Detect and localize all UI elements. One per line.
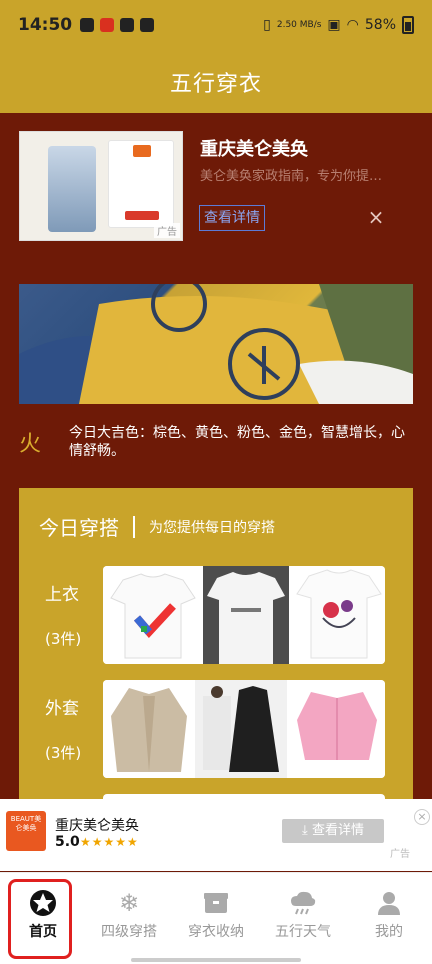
battery-icon xyxy=(402,16,414,34)
status-bar: 14:50 ▯ 2.50 MB/s ▣ ◠ 58% xyxy=(0,0,432,50)
star-badge-icon xyxy=(29,889,57,917)
hero-banner-image xyxy=(19,284,413,404)
box-icon xyxy=(202,889,230,917)
tab-profile[interactable]: 我的 xyxy=(346,873,432,957)
tab-label: 我的 xyxy=(375,924,403,940)
tab-weather[interactable]: 五行天气 xyxy=(260,873,346,957)
status-time: 14:50 xyxy=(18,15,73,35)
ad-card-image xyxy=(108,140,174,228)
mail-icon xyxy=(140,18,155,32)
app-header: 五行穿衣 xyxy=(0,50,432,113)
element-char: 火 xyxy=(19,432,42,457)
sim-icon: ▣ xyxy=(327,17,341,33)
ad-headline[interactable]: 重庆美仑美奂 xyxy=(200,135,308,161)
ad-details-button[interactable]: 查看详情 xyxy=(199,205,265,231)
ad-thumbnail[interactable]: 广告 xyxy=(19,131,183,241)
tab-label: 首页 xyxy=(29,924,57,940)
snowflake-icon: ❄ xyxy=(118,889,140,917)
download-details-label: 查看详情 xyxy=(311,823,364,838)
advertiser-logo: BEAUT美仑美奂 xyxy=(6,811,46,851)
ad-card-logo xyxy=(133,145,151,157)
app-notification-icon xyxy=(100,18,115,32)
net-speed: 2.50 MB/s xyxy=(276,19,322,30)
tab-seasonal-outfit[interactable]: ❄ 四级穿搭 xyxy=(86,873,172,957)
top-ad-banner[interactable]: 广告 重庆美仑美奂 美仑美奂家政指南，专为你提… 查看详情 × xyxy=(0,113,432,263)
vibrate-icon: ▯ xyxy=(263,17,271,33)
outfit-image-strip[interactable] xyxy=(103,566,385,664)
tshirt-image[interactable] xyxy=(103,566,203,664)
ad-tag: 广告 xyxy=(390,849,410,860)
cloud-rain-icon xyxy=(289,889,317,917)
outfit-category-count: (3件) xyxy=(45,744,82,762)
coat-image[interactable] xyxy=(195,680,287,778)
hero-graphic xyxy=(19,284,413,404)
outfit-row-coats[interactable]: 外套 (3件) xyxy=(19,680,413,780)
outfit-image-strip[interactable] xyxy=(103,680,385,778)
ad-phone-image xyxy=(48,146,96,232)
divider xyxy=(133,515,135,538)
download-icon: ⤓ xyxy=(302,823,312,838)
outfit-title: 今日穿搭 xyxy=(39,516,119,540)
tshirt-image[interactable] xyxy=(293,566,385,664)
bottom-tab-bar: 首页 ❄ 四级穿搭 穿衣收纳 五行天气 我的 xyxy=(0,872,432,964)
advertiser-name: 重庆美仑美奂 xyxy=(55,818,139,834)
status-right: ▯ 2.50 MB/s ▣ ◠ 58% xyxy=(263,16,414,34)
ad-description: 美仑美奂家政指南，专为你提… xyxy=(200,169,383,184)
page-title: 五行穿衣 xyxy=(169,71,262,97)
outfit-category-count: (3件) xyxy=(45,630,82,648)
home-indicator xyxy=(131,958,301,962)
user-icon xyxy=(375,889,403,917)
outfit-category-label: 上衣 xyxy=(45,585,79,605)
outfit-subtitle: 为您提供每日的穿搭 xyxy=(149,519,275,536)
app-notification-icon xyxy=(80,18,95,32)
close-icon[interactable]: × xyxy=(414,809,430,825)
rating-value: 5.0 xyxy=(55,834,80,850)
tab-label: 五行天气 xyxy=(275,924,331,940)
tab-home[interactable]: 首页 xyxy=(0,873,86,957)
outfit-category-label: 外套 xyxy=(45,699,79,719)
close-icon[interactable]: × xyxy=(366,207,386,227)
download-details-button[interactable]: ⤓ 查看详情 xyxy=(282,819,384,843)
tab-wardrobe[interactable]: 穿衣收纳 xyxy=(172,873,260,957)
tab-label: 穿衣收纳 xyxy=(188,924,244,940)
battery-level: 58% xyxy=(364,17,396,33)
tab-label: 四级穿搭 xyxy=(101,924,157,940)
wifi-icon: ◠ xyxy=(346,17,359,33)
coat-image[interactable] xyxy=(103,680,195,778)
coat-image[interactable] xyxy=(289,680,385,778)
ad-card-button xyxy=(125,211,159,220)
bottom-ad-banner[interactable]: BEAUT美仑美奂 重庆美仑美奂 5.0 ★★★★★ ⤓ 查看详情 × 广告 xyxy=(0,799,432,871)
outfit-row-tops[interactable]: 上衣 (3件) xyxy=(19,566,413,666)
ad-tag: 广告 xyxy=(154,223,180,238)
today-outfit-panel: 今日穿搭 为您提供每日的穿搭 上衣 (3件) 外套 (3件) xyxy=(19,488,413,824)
app-notification-icon xyxy=(120,18,135,32)
lucky-colors-text: 今日大吉色：棕色、黄色、粉色、金色，智慧增长，心情舒畅。 xyxy=(69,425,405,459)
tshirt-image[interactable] xyxy=(203,566,289,664)
outfit-header: 今日穿搭 为您提供每日的穿搭 xyxy=(39,512,275,541)
element-info: 火 今日大吉色：棕色、黄色、粉色、金色，智慧增长，心情舒畅。 xyxy=(19,420,413,466)
star-rating-icon: ★★★★★ xyxy=(80,835,139,849)
